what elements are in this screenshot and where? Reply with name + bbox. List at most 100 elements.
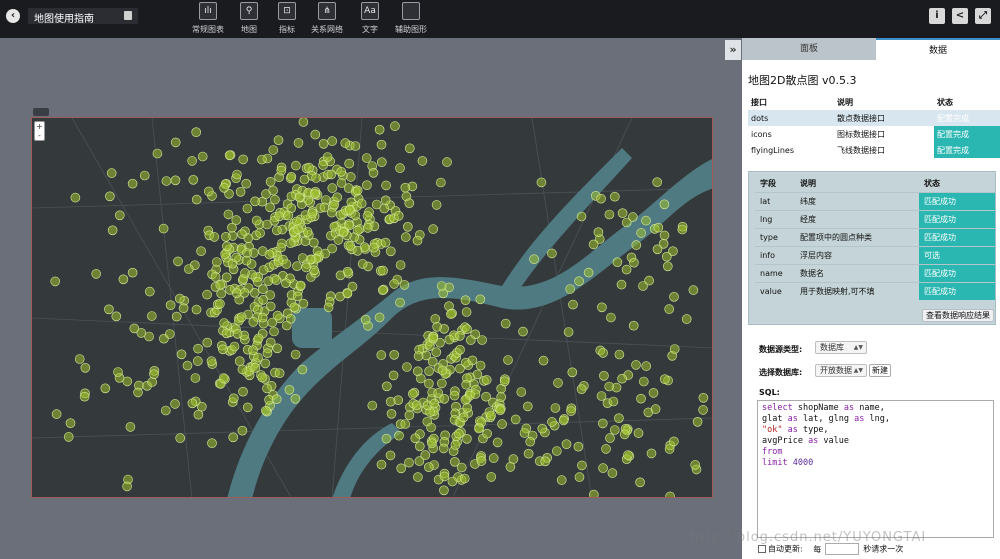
scatter-dot[interactable] [677, 224, 688, 235]
scatter-dot[interactable] [333, 235, 344, 245]
scatter-dot[interactable] [50, 276, 61, 287]
scatter-dot[interactable] [345, 241, 356, 251]
scatter-dot[interactable] [274, 368, 285, 378]
scatter-dot[interactable] [598, 348, 608, 358]
scatter-dot[interactable] [286, 171, 297, 182]
scatter-dot[interactable] [474, 423, 484, 434]
scatter-dot[interactable] [573, 441, 584, 452]
scatter-dot[interactable] [583, 267, 594, 278]
scatter-dot[interactable] [265, 176, 276, 187]
scatter-dot[interactable] [139, 170, 150, 181]
project-title-box[interactable]: 地图使用指南 [28, 8, 138, 25]
scatter-dot[interactable] [588, 239, 599, 250]
scatter-dot[interactable] [380, 195, 391, 206]
scatter-dot[interactable] [253, 333, 264, 344]
tool-regular-chart[interactable]: ılı 常规图表 [186, 2, 230, 36]
scatter-dot[interactable] [197, 151, 208, 162]
scatter-dot[interactable] [335, 270, 346, 281]
scatter-dot[interactable] [568, 299, 578, 310]
scatter-dot[interactable] [309, 188, 320, 199]
scatter-dot[interactable] [236, 312, 247, 322]
scatter-dot[interactable] [412, 235, 423, 246]
scatter-dot[interactable] [220, 249, 230, 259]
scatter-dot[interactable] [596, 193, 606, 204]
scatter-dot[interactable] [431, 200, 442, 210]
scatter-dot[interactable] [400, 182, 411, 193]
scatter-dot[interactable] [318, 138, 329, 149]
scatter-dot[interactable] [283, 210, 294, 221]
scatter-dot[interactable] [258, 284, 268, 294]
scatter-dot[interactable] [297, 364, 308, 375]
scatter-dot[interactable] [381, 180, 391, 191]
scatter-dot[interactable] [633, 428, 644, 438]
scatter-dot[interactable] [577, 460, 587, 471]
scatter-dot[interactable] [438, 443, 449, 454]
scatter-dot[interactable] [455, 345, 465, 355]
scatter-dot[interactable] [262, 348, 273, 358]
scatter-dot[interactable] [293, 224, 303, 234]
scatter-dot[interactable] [576, 211, 587, 222]
scatter-dot[interactable] [161, 405, 171, 416]
scatter-dot[interactable] [638, 281, 648, 291]
scatter-dot[interactable] [496, 392, 507, 402]
scatter-dot[interactable] [65, 418, 76, 429]
scatter-dot[interactable] [104, 304, 114, 315]
scatter-dot[interactable] [439, 485, 449, 496]
scatter-dot[interactable] [147, 377, 157, 387]
scatter-dot[interactable] [308, 237, 319, 248]
scatter-dot[interactable] [475, 360, 486, 371]
scatter-dot[interactable] [499, 376, 510, 387]
scatter-dot[interactable] [638, 376, 649, 387]
tool-shape[interactable]: 辅助图形 [389, 2, 433, 36]
scatter-dot[interactable] [178, 303, 189, 313]
scatter-dot[interactable] [381, 433, 392, 444]
scatter-dot[interactable] [234, 356, 245, 366]
scatter-dot[interactable] [399, 280, 410, 290]
scatter-dot[interactable] [652, 244, 663, 255]
scatter-dot[interactable] [653, 222, 664, 233]
view-response-button[interactable]: 查看数据响应结果 [922, 309, 994, 322]
scatter-dot[interactable] [661, 251, 672, 262]
scatter-dot[interactable] [459, 473, 470, 484]
scatter-dot[interactable] [641, 361, 652, 371]
scatter-dot[interactable] [518, 326, 528, 337]
fullscreen-icon[interactable]: ⤢ [975, 8, 991, 24]
scatter-dot[interactable] [522, 401, 533, 412]
scatter-dot[interactable] [344, 205, 355, 215]
scatter-dot[interactable] [659, 230, 670, 241]
scatter-dot[interactable] [258, 265, 269, 275]
scatter-dot[interactable] [100, 383, 111, 394]
scatter-dot[interactable] [402, 362, 412, 372]
scatter-dot[interactable] [368, 167, 379, 178]
scatter-dot[interactable] [122, 376, 133, 387]
scatter-dot[interactable] [276, 165, 287, 176]
scatter-dot[interactable] [385, 450, 396, 461]
scatter-dot[interactable] [125, 422, 136, 432]
scatter-dot[interactable] [253, 352, 263, 363]
scatter-dot[interactable] [510, 414, 521, 425]
scatter-dot[interactable] [430, 314, 441, 324]
scatter-dot[interactable] [218, 373, 229, 383]
scatter-dot[interactable] [327, 136, 338, 146]
scatter-dot[interactable] [352, 225, 363, 236]
scatter-dot[interactable] [173, 256, 183, 267]
scatter-dot[interactable] [261, 405, 271, 416]
scatter-dot[interactable] [218, 344, 228, 355]
scatter-dot[interactable] [423, 462, 434, 473]
scatter-dot[interactable] [566, 406, 576, 416]
scatter-dot[interactable] [516, 387, 527, 397]
scatter-dot[interactable] [219, 183, 229, 193]
scatter-dot[interactable] [340, 138, 351, 148]
scatter-dot[interactable] [439, 471, 450, 482]
scatter-dot[interactable] [295, 280, 306, 291]
scatter-dot[interactable] [182, 360, 193, 371]
scatter-dot[interactable] [269, 326, 279, 337]
scatter-dot[interactable] [608, 396, 619, 407]
scatter-dot[interactable] [621, 264, 632, 275]
scatter-dot[interactable] [449, 456, 460, 467]
scatter-dot[interactable] [621, 217, 632, 228]
scatter-dot[interactable] [394, 430, 404, 441]
interface-row-dots[interactable]: dots 散点数据接口 配置完成 [748, 110, 1000, 126]
scatter-dot[interactable] [118, 274, 129, 285]
scatter-dot[interactable] [601, 444, 611, 454]
